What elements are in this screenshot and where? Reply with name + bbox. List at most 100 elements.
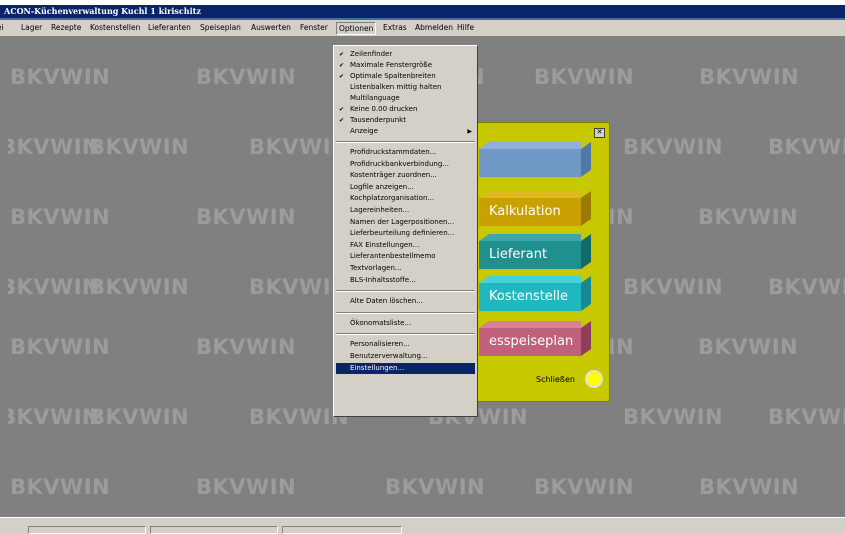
options-menu-item[interactable]: ✔ Maximale Fenstergröße [336,60,475,71]
menu-kostenstellen[interactable]: Kostenstellen [89,21,141,34]
options-menu-item-label: Anzeige [350,127,378,135]
options-menu-item[interactable]: Lagereinheiten... [336,205,475,216]
watermark-text: BKVWIN [623,135,724,159]
menu-speiseplan[interactable]: Speiseplan [199,21,242,34]
options-menu-item[interactable]: ✔ Optimale Spaltenbreiten [336,71,475,82]
block-top-face [479,276,581,283]
options-menu-item-label: BLS-Inhaltsstoffe... [350,275,416,284]
options-menu-item[interactable]: ✔ Tausenderpunkt [336,115,475,126]
watermark-text: BKVWIN [699,475,800,499]
panel-button-3[interactable]: Kostenstelle [479,276,591,311]
options-menu-item[interactable]: Benutzerverwaltung... [336,351,475,362]
options-menu-item[interactable]: BLS-Inhaltsstoffe... [336,275,475,286]
panel-button-4[interactable]: esspeiseplan [479,321,591,356]
options-menu-item-label: Ökonomatsliste... [350,318,412,327]
block-top-face [479,191,581,198]
options-menu-item[interactable]: Namen der Lagerpositionen... [336,217,475,228]
options-menu-item[interactable]: Lieferantenbestellmemo [336,251,475,262]
watermark-text: BKVWIN [768,405,845,429]
menu-ei[interactable]: ei [0,21,5,34]
options-menu-item[interactable]: Ökonomatsliste... [336,318,475,329]
options-menu-item-label: Textvorlagen... [350,264,402,272]
options-menu-item[interactable]: ✔ Keine 0.00 drucken [336,104,475,115]
watermark-text: BKVWIN [196,205,297,229]
menu-lager[interactable]: Lager [20,21,43,34]
check-icon: ✔ [339,106,345,113]
menu-lieferanten[interactable]: Lieferanten [147,21,192,34]
menu-abmelden[interactable]: Abmelden [414,21,454,34]
watermark-text: BKVWIN [698,335,799,359]
watermark-text: BKVWIN [768,275,845,299]
options-menu-item-label: Personalisieren... [350,340,410,349]
options-menu-item[interactable]: Multilanguage [336,93,475,104]
menu-separator [336,290,475,293]
options-menu-item[interactable]: Profidruckbankverbindung... [336,159,475,170]
options-menu-item[interactable]: Kostenträger zuordnen... [336,170,475,181]
watermark-text: BKVWIN [768,135,845,159]
watermark-text: BKVWIN [196,65,297,89]
check-icon: ✔ [339,73,345,80]
watermark-text: BKVWIN [8,405,101,429]
options-menu-item[interactable]: ✔ Zeilenfinder [336,49,475,60]
menu-fenster[interactable]: Fenster [299,21,329,34]
options-menu-item[interactable]: Einstellungen... [336,362,475,374]
panel-button-2[interactable]: Lieferant [479,234,591,269]
block-side-face [581,276,591,311]
menu-extras[interactable]: Extras [382,21,408,34]
options-menu-item-label: Logfile anzeigen... [350,182,414,191]
watermark-text: BKVWIN [8,135,101,159]
options-menu-item-label: Multilanguage [350,94,400,102]
options-menu-item-label: Listenbalken mittig halten [350,83,442,91]
watermark-text: BKVWIN [10,65,111,89]
panel-button-1[interactable]: Kalkulation [479,191,591,226]
menu-separator [336,311,475,314]
close-label: Schließen [536,375,575,384]
options-menu-item[interactable]: Logfile anzeigen... [336,182,475,193]
menu-hilfe[interactable]: Hilfe [456,21,475,34]
panel-button-0[interactable] [479,142,591,177]
watermark-text: BKVWIN [196,475,297,499]
options-menu-item[interactable]: Kochplatzorganisation... [336,193,475,204]
watermark-text: BKVWIN [623,275,724,299]
window-title: ACON-Küchenverwaltung Kuchl 1 kirischitz [4,6,201,16]
options-menu-item[interactable]: Textvorlagen... [336,263,475,274]
options-menu-item[interactable]: Anzeige ▶ [336,126,475,137]
options-menu-item[interactable]: Profidruckstammdaten... [336,147,475,158]
watermark-text: BKVWIN [534,475,635,499]
options-menu-item-label: Zeilenfinder [350,50,393,58]
block-side-face [581,191,591,226]
options-menu-item[interactable]: Personalisieren... [336,339,475,350]
options-menu-item[interactable]: Listenbalken mittig halten [336,82,475,93]
options-menu-item[interactable]: Lieferbeurteilung definieren... [336,228,475,239]
options-menu-item-label: Benutzerverwaltung... [350,352,428,360]
block-side-face [581,321,591,356]
watermark-text: BKVWIN [10,335,111,359]
menu-separator [336,333,475,336]
check-icon: ✔ [339,51,345,58]
options-menu-item-label: Profidruckstammdaten... [350,148,437,156]
block-top-face [479,321,581,328]
watermark-text: BKVWIN [10,475,111,499]
options-menu-item[interactable]: Alte Daten löschen... [336,296,475,307]
block-top-face [479,234,581,241]
title-bar: ACON-Küchenverwaltung Kuchl 1 kirischitz [0,5,845,18]
watermark-text: BKVWIN [699,65,800,89]
panel-button-label: Kostenstelle [489,289,569,304]
menu-separator [336,141,475,143]
options-menu-item-label: Maximale Fenstergröße [350,61,433,69]
watermark-text: BKVWIN [89,275,190,299]
panel-close-icon[interactable]: ✕ [594,128,605,138]
menu-optionen[interactable]: Optionen [336,22,377,35]
block-side-face [581,142,591,177]
close-button[interactable] [585,370,603,388]
watermark-text: BKVWIN [385,475,486,499]
options-menu-item-label: Keine 0.00 drucken [350,105,418,113]
watermark-text: BKVWIN [698,205,799,229]
start-panel: ✕ Schließen Kalkulation Lieferant Kostenst… [470,122,610,402]
menu-auswerten[interactable]: Auswerten [250,21,292,34]
options-menu-item-label: Alte Daten löschen... [350,297,423,306]
menu-rezepte[interactable]: Rezepte [50,21,82,34]
check-icon: ✔ [339,62,345,69]
options-menu-item[interactable]: FAX Einstellungen... [336,240,475,251]
submenu-arrow-icon: ▶ [467,128,472,135]
